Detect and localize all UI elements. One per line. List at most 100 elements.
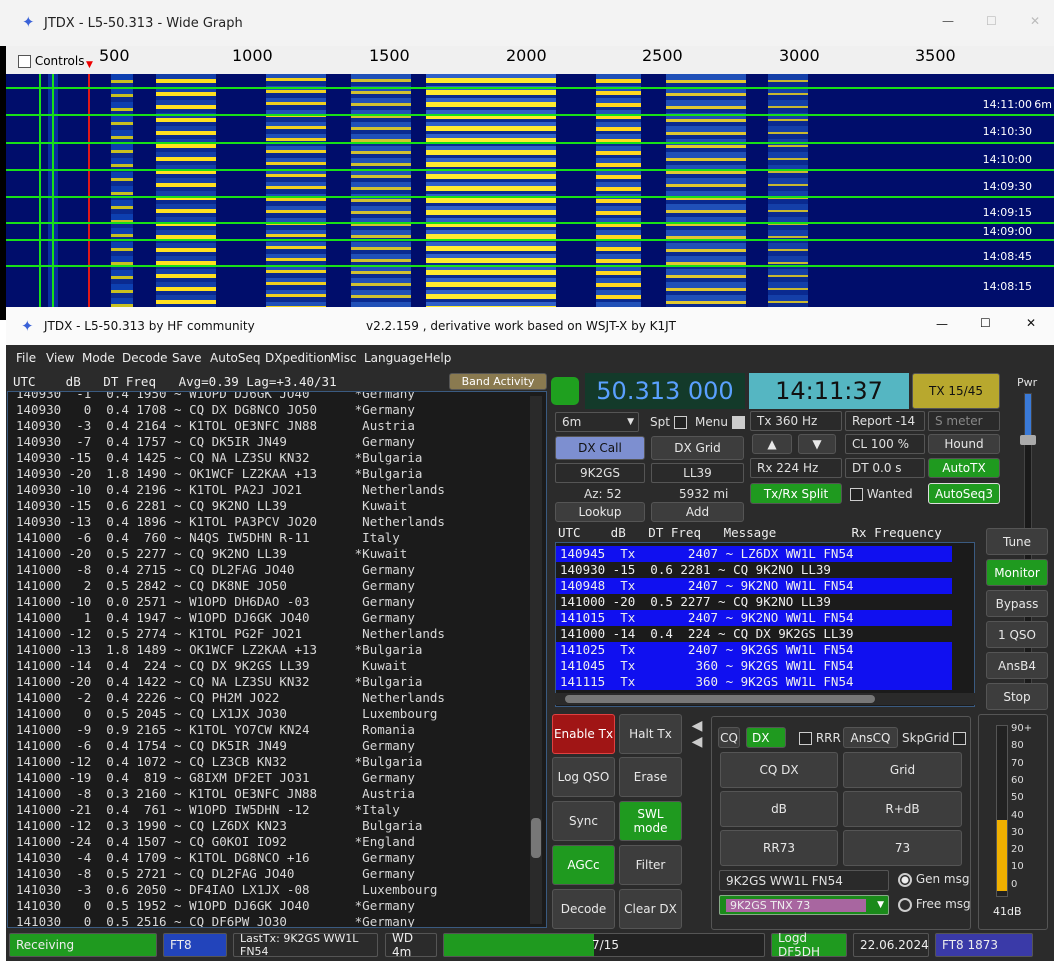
stop-button[interactable]: Stop [986,683,1048,710]
band-activity-row[interactable]: 140930 -7 0.4 1757 ~ CQ DK5IR JN49 Germa… [16,434,546,450]
menu-autoseq[interactable]: AutoSeq [210,351,260,365]
rx-row[interactable]: 141045 Tx 360 ~ 9K2GS WW1L FN54 [556,658,952,674]
free-msg-select[interactable]: 9K2GS TNX 73 ▼ [719,895,889,915]
band-activity-row[interactable]: 141000 -2 0.4 2226 ~ CQ PH2M JO22 Nether… [16,690,546,706]
rx-row[interactable]: 140945 Tx 2407 ~ LZ6DX WW1L FN54 [556,546,952,562]
ansb4-button[interactable]: AnsB4 [986,652,1048,679]
dx-call-field[interactable]: 9K2GS [555,463,645,483]
band-activity-row[interactable]: 141000 -20 0.4 1422 ~ CQ NA LZ3SU KN32 *… [16,674,546,690]
band-activity-row[interactable]: 141000 -6 0.4 1754 ~ CQ DK5IR JN49 Germa… [16,738,546,754]
agcc-button[interactable]: AGCc [552,845,615,885]
menu-file[interactable]: File [16,351,36,365]
band-activity-row[interactable]: 141000 -19 0.4 819 ~ G8IXM DF2ET JO31 Ge… [16,770,546,786]
erase-button[interactable]: Erase [619,757,682,797]
band-activity-list[interactable]: 140930 -1 0.4 1950 ~ W1OPD DJ6GK JO40 *G… [7,391,547,928]
73-button[interactable]: 73 [843,830,962,866]
tx-rx-split-button[interactable]: Tx/Rx Split [750,483,842,504]
autotx-button[interactable]: AutoTX [928,458,1000,478]
freq-up-button[interactable]: ▲ [752,434,792,454]
cq-dx-button[interactable]: CQ DX [720,752,838,788]
band-activity-row[interactable]: 141030 -3 0.6 2050 ~ DF4IAO LX1JX -08 Lu… [16,882,546,898]
clear-dx-button[interactable]: Clear DX [619,889,682,929]
band-activity-row[interactable]: 141000 -10 0.0 2571 ~ W1OPD DH6DAO -03 G… [16,594,546,610]
waterfall-display[interactable]: 14:11:00 14:10:30 14:10:00 14:09:30 14:0… [6,74,1054,320]
band-activity-row[interactable]: 141030 -4 0.4 1709 ~ K1TOL DG8NCO +16 Ge… [16,850,546,866]
rx-row[interactable]: 141115 Tx 360 ~ 9K2GS WW1L FN54 [556,674,952,690]
free-msg-radio[interactable]: Free msg [898,897,971,912]
band-activity-row[interactable]: 141000 -12 0.3 1990 ~ CQ LZ6DX KN23 Bulg… [16,818,546,834]
bypass-button[interactable]: Bypass [986,590,1048,617]
minimize-icon[interactable]: — [942,14,954,28]
band-activity-button[interactable]: Band Activity [449,373,547,390]
band-activity-row[interactable]: 141000 -9 0.9 2165 ~ K1TOL YO7CW KN24 Ro… [16,722,546,738]
anscq-button[interactable]: AnsCQ [843,727,898,748]
band-activity-row[interactable]: 141030 -8 0.5 2721 ~ CQ DL2FAG JO40 Germ… [16,866,546,882]
cl-spinbox[interactable]: CL 100 % [845,434,925,454]
tx-frequency-spinbox[interactable]: Tx 360 Hz [750,411,842,431]
rx-row[interactable]: 141025 Tx 2407 ~ 9K2GS WW1L FN54 [556,642,952,658]
menu-decode[interactable]: Decode [122,351,168,365]
rr73-button[interactable]: RR73 [720,830,838,866]
spt-checkbox[interactable]: Spt [650,415,687,429]
band-activity-row[interactable]: 141030 0 0.5 1952 ~ W1OPD DJ6GK JO40 *Ge… [16,898,546,914]
close-icon[interactable]: ✕ [1030,14,1040,28]
rx-row[interactable]: 140948 Tx 2407 ~ 9K2NO WW1L FN54 [556,578,952,594]
band-activity-row[interactable]: 141000 -24 0.4 1507 ~ CQ G0KOI IO92 *Eng… [16,834,546,850]
rx-frequency-list[interactable]: 140945 Tx 2407 ~ LZ6DX WW1L FN54 140930 -… [555,542,975,707]
rx-row[interactable]: 141000 -14 0.4 224 ~ CQ DX 9K2GS LL39 [556,626,952,642]
band-scrollbar[interactable] [530,396,542,924]
minimize-icon[interactable]: — [936,317,948,331]
log-qso-button[interactable]: Log QSO [552,757,615,797]
swl-mode-button[interactable]: SWL mode [619,801,682,841]
menu-help[interactable]: Help [424,351,451,365]
smeter-field[interactable]: S meter [928,411,1000,431]
band-activity-row[interactable]: 141000 -21 0.4 761 ~ W1OPD IW5DHN -12 *I… [16,802,546,818]
band-select[interactable]: 6m ▼ [555,412,639,432]
band-activity-row[interactable]: 141000 -12 0.5 2774 ~ K1TOL PG2F JO21 Ne… [16,626,546,642]
band-activity-row[interactable]: 140930 -3 0.4 2164 ~ K1TOL OE3NFC JN88 A… [16,418,546,434]
hound-button[interactable]: Hound [928,434,1000,454]
rrr-checkbox[interactable]: RRR [799,731,841,745]
band-activity-row[interactable]: 140930 0 0.4 1708 ~ CQ DX DG8NCO JO50 *G… [16,402,546,418]
halt-tx-button[interactable]: Halt Tx [619,714,682,754]
band-activity-row[interactable]: 140930 -20 1.8 1490 ~ OK1WCF LZ2KAA +13 … [16,466,546,482]
enable-tx-button[interactable]: Enable Tx [552,714,615,754]
dx-button[interactable]: DX [746,727,786,748]
menu-view[interactable]: View [46,351,74,365]
db-button[interactable]: dB [720,791,838,827]
autoseq3-button[interactable]: AutoSeq3 [928,483,1000,504]
rx-row[interactable]: 141015 Tx 2407 ~ 9K2NO WW1L FN54 [556,610,952,626]
dt-spinbox[interactable]: DT 0.0 s [845,458,925,478]
band-activity-row[interactable]: 141000 -8 0.4 2715 ~ CQ DL2FAG JO40 Germ… [16,562,546,578]
controls-checkbox[interactable]: Controls [18,54,84,68]
band-activity-row[interactable]: 140930 -1 0.4 1950 ~ W1OPD DJ6GK JO40 *G… [16,392,546,402]
gen-msg-field[interactable]: 9K2GS WW1L FN54 [719,870,889,891]
freq-down-button[interactable]: ▼ [798,434,836,454]
add-button[interactable]: Add [651,502,744,522]
band-activity-row[interactable]: 141000 1 0.4 1947 ~ W1OPD DJ6GK JO40 Ger… [16,610,546,626]
monitor-button[interactable]: Monitor [986,559,1048,586]
band-activity-row[interactable]: 141000 -6 0.4 760 ~ N4QS IW5DHN R-11 Ita… [16,530,546,546]
sync-button[interactable]: Sync [552,801,615,841]
menu-save[interactable]: Save [172,351,201,365]
swap-arrows-icon[interactable]: ◀◀ [689,718,705,750]
gen-msg-radio[interactable]: Gen msg [898,872,970,887]
tune-button[interactable]: Tune [986,528,1048,555]
band-activity-row[interactable]: 141000 -14 0.4 224 ~ CQ DX 9K2GS LL39 Ku… [16,658,546,674]
menu-language[interactable]: Language [364,351,423,365]
rx-hscrollbar[interactable] [555,693,975,705]
grid-button[interactable]: Grid [843,752,962,788]
report-spinbox[interactable]: Report -14 [845,411,925,431]
r-db-button[interactable]: R+dB [843,791,962,827]
band-activity-row[interactable]: 140930 -15 0.4 1425 ~ CQ NA LZ3SU KN32 *… [16,450,546,466]
dx-call-button[interactable]: DX Call [555,436,645,460]
close-icon[interactable]: ✕ [1026,316,1036,330]
dx-grid-button[interactable]: DX Grid [651,436,744,460]
filter-button[interactable]: Filter [619,845,682,885]
maximize-icon[interactable]: ☐ [980,316,991,330]
band-activity-row[interactable]: 141000 0 0.5 2045 ~ CQ LX1JX JO30 Luxemb… [16,706,546,722]
band-activity-row[interactable]: 140930 -15 0.6 2281 ~ CQ 9K2NO LL39 Kuwa… [16,498,546,514]
rx-row[interactable]: 141000 -20 0.5 2277 ~ CQ 9K2NO LL39 [556,594,952,610]
band-activity-row[interactable]: 141000 -12 0.4 1072 ~ CQ LZ3CB KN32 *Bul… [16,754,546,770]
lookup-button[interactable]: Lookup [555,502,645,522]
